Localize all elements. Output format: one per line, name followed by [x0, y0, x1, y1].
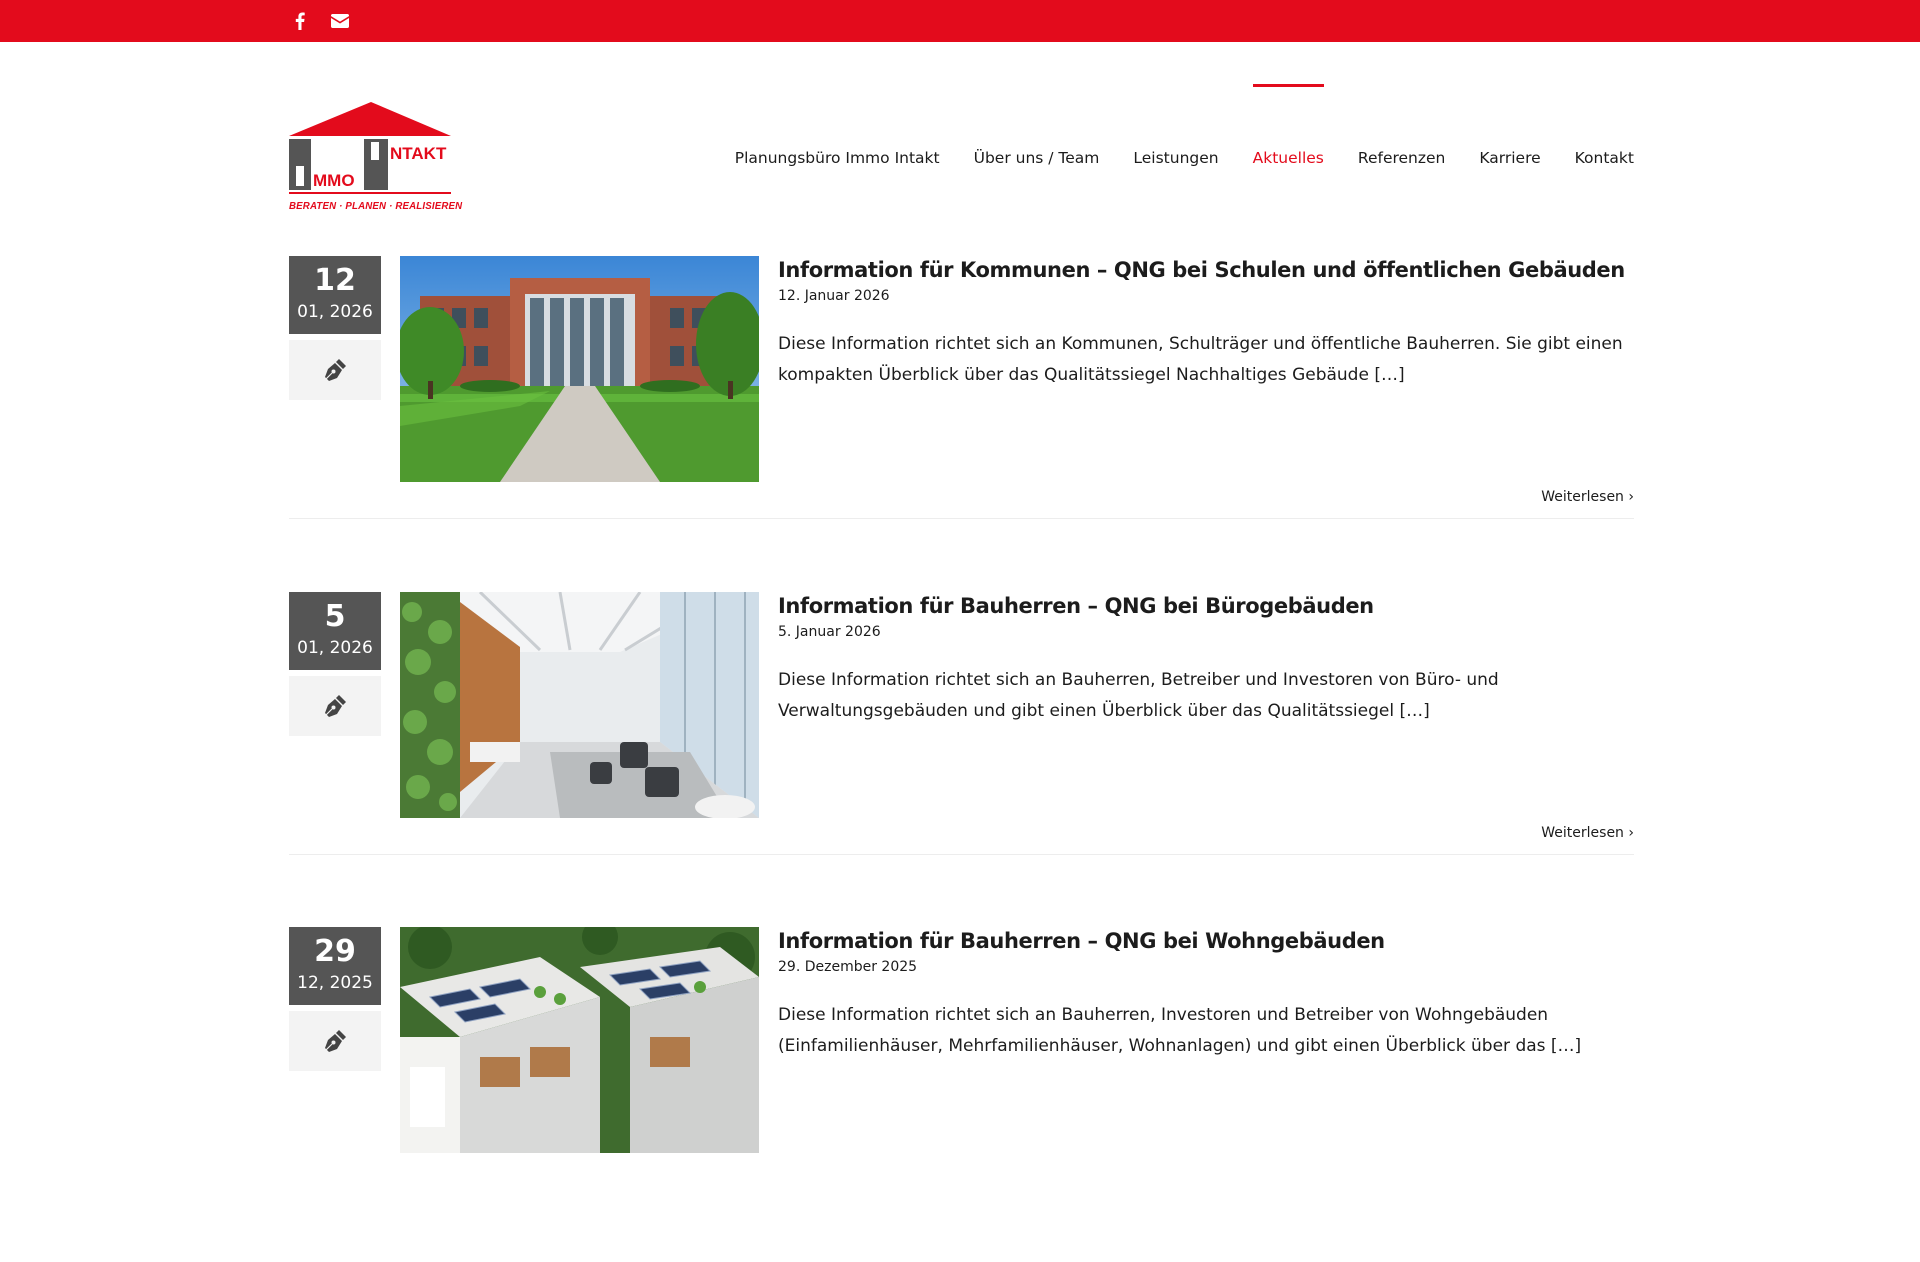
- post-item: 12 01, 2026 Information für Kommunen – Q…: [289, 256, 1634, 592]
- post-content: Information für Bauherren – QNG bei Wohn…: [778, 927, 1628, 1062]
- post-separator: [289, 518, 1634, 519]
- post-date-box: 12 01, 2026: [289, 256, 381, 334]
- post-date: 5. Januar 2026: [778, 624, 881, 640]
- post-item: 5 01, 2026 Information für Bauherren – Q…: [289, 592, 1634, 927]
- post-format-box[interactable]: [289, 340, 381, 400]
- nav-item-karriere[interactable]: Karriere: [1479, 149, 1540, 167]
- post-title[interactable]: Information für Bauherren – QNG bei Wohn…: [778, 927, 1628, 955]
- post-title[interactable]: Information für Kommunen – QNG bei Schul…: [778, 256, 1628, 284]
- post-content: Information für Bauherren – QNG bei Büro…: [778, 592, 1628, 727]
- pen-icon: [324, 1030, 346, 1052]
- top-bar: [0, 0, 1920, 42]
- post-thumbnail-school[interactable]: [400, 256, 759, 482]
- logo-wordmark-mmo: MMO: [313, 171, 355, 190]
- post-date-box: 5 01, 2026: [289, 592, 381, 670]
- post-separator: [289, 854, 1634, 855]
- logo-tagline: BERATEN · PLANEN · REALISIEREN: [289, 200, 463, 212]
- post-date: 29. Dezember 2025: [778, 959, 918, 975]
- post-thumbnail-residential[interactable]: [400, 927, 759, 1153]
- site-header: MMO NTAKT BERATEN · PLANEN · REALISIEREN…: [0, 42, 1920, 212]
- post-format-box[interactable]: [289, 1011, 381, 1071]
- post-title[interactable]: Information für Bauherren – QNG bei Büro…: [778, 592, 1628, 620]
- pen-icon: [324, 359, 346, 381]
- site-logo[interactable]: MMO NTAKT BERATEN · PLANEN · REALISIEREN: [289, 100, 463, 218]
- nav-item-planungsbuero[interactable]: Planungsbüro Immo Intakt: [735, 149, 940, 167]
- post-excerpt: Diese Information richtet sich an Bauher…: [778, 1005, 1582, 1056]
- nav-item-ueber-uns[interactable]: Über uns / Team: [974, 149, 1100, 167]
- nav-item-kontakt[interactable]: Kontakt: [1575, 149, 1634, 167]
- post-month-year: 01, 2026: [297, 302, 373, 322]
- post-date-box: 29 12, 2025: [289, 927, 381, 1005]
- social-links: [290, 11, 350, 31]
- main-navigation: Planungsbüro Immo Intakt Über uns / Team…: [735, 84, 1634, 167]
- post-format-box[interactable]: [289, 676, 381, 736]
- post-content: Information für Kommunen – QNG bei Schul…: [778, 256, 1628, 391]
- post-list: 12 01, 2026 Information für Kommunen – Q…: [289, 256, 1634, 1262]
- facebook-icon[interactable]: [290, 11, 310, 31]
- read-more-label: Weiterlesen: [1541, 825, 1624, 841]
- read-more-link[interactable]: Weiterlesen ›: [1541, 489, 1634, 505]
- chevron-right-icon: ›: [1628, 825, 1634, 841]
- nav-item-referenzen[interactable]: Referenzen: [1358, 149, 1446, 167]
- read-more-label: Weiterlesen: [1541, 489, 1624, 505]
- nav-item-leistungen[interactable]: Leistungen: [1133, 149, 1218, 167]
- post-day: 5: [324, 599, 346, 634]
- read-more-link[interactable]: Weiterlesen ›: [1541, 825, 1634, 841]
- pen-icon: [324, 695, 346, 717]
- post-thumbnail-office[interactable]: [400, 592, 759, 818]
- post-excerpt: Diese Information richtet sich an Kommun…: [778, 334, 1623, 385]
- post-month-year: 01, 2026: [297, 638, 373, 658]
- chevron-right-icon: ›: [1628, 489, 1634, 505]
- post-day: 29: [314, 934, 356, 969]
- envelope-icon[interactable]: [330, 11, 350, 31]
- post-month-year: 12, 2025: [297, 973, 373, 993]
- post-date: 12. Januar 2026: [778, 288, 890, 304]
- logo-wordmark-ntakt: NTAKT: [390, 144, 447, 163]
- nav-item-aktuelles[interactable]: Aktuelles: [1252, 84, 1325, 167]
- post-excerpt: Diese Information richtet sich an Bauher…: [778, 670, 1499, 721]
- post-day: 12: [314, 263, 356, 298]
- post-item: 29 12, 2025 Information für Bauherren – …: [289, 927, 1634, 1262]
